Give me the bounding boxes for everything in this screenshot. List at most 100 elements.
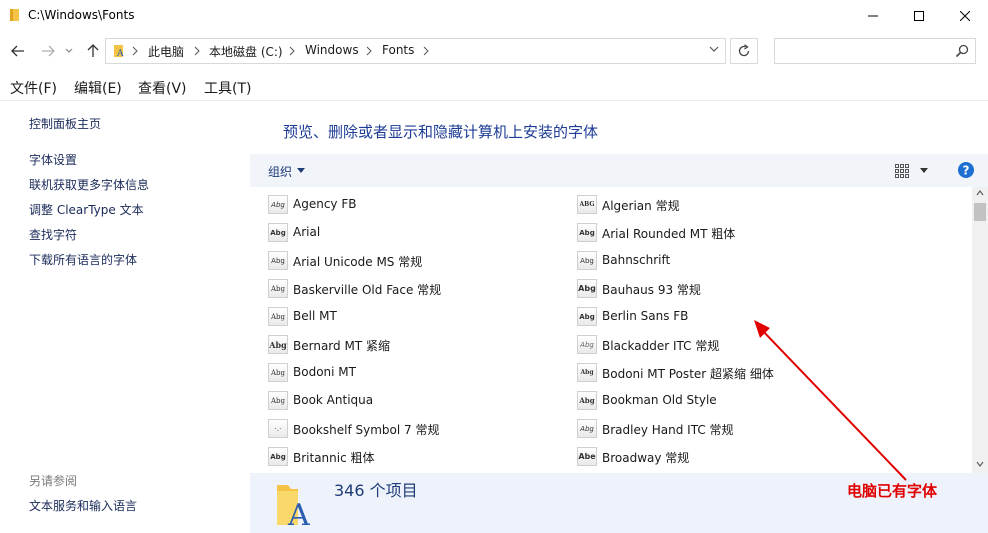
font-thumbnail: ·.· (268, 419, 288, 438)
font-thumbnail: Abg (268, 279, 288, 298)
fonts-folder-icon: A (114, 45, 124, 58)
font-thumbnail: Abg (268, 223, 288, 242)
font-name: Bauhaus 93 常规 (602, 283, 701, 297)
menu-view[interactable]: 查看(V) (138, 78, 187, 98)
font-name: Arial Rounded MT 粗体 (602, 227, 736, 241)
font-name: Bernard MT 紧缩 (293, 339, 390, 353)
refresh-button[interactable] (730, 38, 758, 64)
caret-down-icon[interactable] (920, 168, 928, 173)
forward-button[interactable] (38, 40, 58, 62)
scroll-down-icon[interactable] (976, 461, 984, 467)
recent-locations-button[interactable] (62, 40, 76, 62)
font-thumbnail: Abg (577, 251, 597, 270)
refresh-icon (738, 44, 750, 57)
view-options-icon[interactable] (894, 163, 910, 179)
breadcrumb-separator-icon (289, 46, 295, 56)
font-name: Bell MT (293, 309, 337, 323)
font-thumbnail: Abg (268, 251, 288, 270)
minimize-button[interactable] (850, 0, 896, 31)
font-name: Arial Unicode MS 常规 (293, 255, 423, 269)
maximize-button[interactable] (896, 0, 942, 31)
font-name: Broadway 常规 (602, 451, 690, 465)
control-panel-home-link[interactable]: 控制面板主页 (29, 115, 101, 132)
title-bar: C:\Windows\Fonts (0, 0, 988, 31)
font-thumbnail: ABG (577, 195, 597, 214)
search-icon[interactable] (955, 44, 969, 58)
download-all-fonts-link[interactable]: 下载所有语言的字体 (29, 251, 137, 268)
font-name: Agency FB (293, 197, 357, 211)
breadcrumb-separator-icon (194, 46, 200, 56)
minimize-icon (868, 15, 878, 16)
font-thumbnail: Abg (577, 363, 597, 382)
svg-text:A: A (287, 498, 310, 527)
back-button[interactable] (8, 40, 28, 62)
breadcrumb-separator-icon (132, 46, 138, 56)
font-thumbnail: Abe (577, 447, 597, 466)
chevron-down-icon[interactable] (709, 46, 719, 54)
scroll-thumb[interactable] (974, 203, 986, 221)
vertical-scrollbar[interactable] (972, 187, 988, 473)
up-button[interactable] (83, 40, 103, 62)
font-name: Bookshelf Symbol 7 常规 (293, 423, 440, 437)
see-also-heading: 另请参阅 (29, 474, 78, 488)
font-name: Berlin Sans FB (602, 309, 689, 323)
help-icon[interactable]: ? (957, 161, 975, 179)
breadcrumb-fonts[interactable]: Fonts (382, 43, 414, 57)
breadcrumb-this-pc[interactable]: 此电脑 (148, 43, 184, 60)
page-title: 预览、删除或者显示和隐藏计算机上安装的字体 (283, 123, 599, 141)
font-name: Algerian 常规 (602, 199, 680, 213)
get-more-font-info-link[interactable]: 联机获取更多字体信息 (29, 176, 149, 193)
caret-down-icon[interactable] (297, 168, 305, 173)
maximize-icon (914, 10, 924, 21)
font-name: Britannic 粗体 (293, 451, 375, 465)
annotation-arrow (754, 320, 907, 481)
fonts-folder-icon: A (277, 485, 310, 527)
font-name: Bahnschrift (602, 253, 671, 267)
close-icon (960, 10, 970, 21)
font-thumbnail: Abg (268, 195, 288, 214)
font-name: Bookman Old Style (602, 393, 717, 407)
organize-button[interactable]: 组织 (268, 163, 292, 180)
font-thumbnail: Abg (268, 447, 288, 466)
svg-text:?: ? (963, 164, 970, 178)
text-services-link[interactable]: 文本服务和输入语言 (29, 497, 137, 514)
search-box[interactable] (774, 38, 976, 64)
arrow-left-icon (11, 45, 24, 57)
font-thumbnail: Abg (268, 335, 288, 354)
font-name: Arial (293, 225, 321, 239)
svg-text:A: A (116, 49, 124, 58)
font-name: Baskerville Old Face 常规 (293, 283, 442, 297)
font-name: Bodoni MT (293, 365, 356, 379)
scroll-up-icon[interactable] (976, 190, 984, 196)
font-thumbnail: Abg (268, 363, 288, 382)
font-thumbnail: Abg (268, 307, 288, 326)
font-settings-link[interactable]: 字体设置 (29, 151, 77, 168)
menu-bar: 文件(F) 编辑(E) 查看(V) 工具(T) (0, 75, 988, 101)
menu-edit[interactable]: 编辑(E) (74, 78, 122, 98)
close-button[interactable] (942, 0, 988, 31)
arrow-up-icon (87, 44, 99, 57)
menu-file[interactable]: 文件(F) (10, 78, 57, 98)
search-input[interactable] (775, 39, 950, 63)
breadcrumb-local-disk[interactable]: 本地磁盘 (C:) (209, 43, 283, 60)
window-title: C:\Windows\Fonts (28, 8, 135, 22)
breadcrumb-windows[interactable]: Windows (305, 43, 359, 57)
arrow-right-icon (42, 45, 55, 57)
chevron-down-icon (65, 48, 73, 53)
font-thumbnail: Abg (268, 391, 288, 410)
command-bar: 组织 ? (250, 154, 988, 187)
item-count: 346 个项目 (334, 481, 418, 500)
font-name: Book Antiqua (293, 393, 374, 407)
breadcrumb-separator-icon (423, 46, 429, 56)
font-thumbnail: Abg (577, 223, 597, 242)
folder-icon (10, 9, 19, 21)
annotation-label: 电脑已有字体 (847, 482, 938, 500)
left-pane: 控制面板主页 字体设置 联机获取更多字体信息 调整 ClearType 文本 查… (0, 101, 250, 533)
menu-tools[interactable]: 工具(T) (204, 78, 251, 98)
find-character-link[interactable]: 查找字符 (29, 226, 77, 243)
address-bar[interactable]: A 此电脑 本地磁盘 (C:) Windows Fonts (105, 38, 726, 64)
font-thumbnail: Abg (577, 307, 597, 326)
font-thumbnail: Abg (577, 279, 597, 298)
adjust-cleartype-link[interactable]: 调整 ClearType 文本 (29, 201, 144, 218)
navigation-bar: A 此电脑 本地磁盘 (C:) Windows Fonts (0, 31, 988, 71)
